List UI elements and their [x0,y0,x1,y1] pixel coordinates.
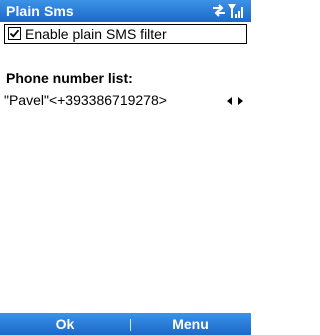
phone-list-heading: Phone number list: [6,70,133,86]
left-arrow-icon [227,97,232,105]
enable-filter-checkbox[interactable] [8,27,21,40]
softkey-bar: Ok Menu [0,313,251,335]
ok-softkey[interactable]: Ok [0,316,130,332]
right-arrow-icon [238,97,243,105]
status-icons [210,2,246,20]
phone-number-value: "Pavel"<+393386719278> [4,92,167,108]
checkmark-icon [9,29,20,38]
enable-filter-label: Enable plain SMS filter [25,26,167,42]
app-title: Plain Sms [6,3,74,19]
signal-strength-icon [228,4,243,18]
connectivity-icon [213,4,225,17]
status-icons-svg [213,4,243,18]
title-bar: Plain Sms [0,0,251,22]
phone-number-spinner[interactable]: "Pavel"<+393386719278> [4,91,247,111]
menu-softkey[interactable]: Menu [130,316,251,332]
spinner-arrows[interactable] [226,96,244,106]
left-right-arrows-icon [227,97,243,105]
enable-filter-row[interactable]: Enable plain SMS filter [4,24,247,44]
